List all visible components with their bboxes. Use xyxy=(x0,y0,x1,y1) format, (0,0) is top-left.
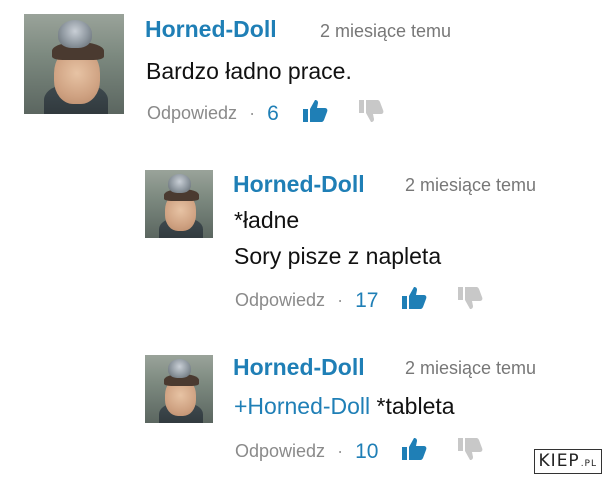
avatar-hat xyxy=(168,359,191,378)
comment: Horned-Doll 2 miesiące temu +Horned-Doll… xyxy=(0,345,610,482)
comment-text: *ładne xyxy=(234,207,300,233)
avatar-hat xyxy=(168,174,191,193)
thumbs-down-icon[interactable] xyxy=(357,99,385,128)
comment-text-rest: *tableta xyxy=(370,393,455,419)
comment-actions: Odpowiedz · 6 xyxy=(147,99,385,128)
watermark-text: KIEP xyxy=(538,451,580,471)
like-count: 17 xyxy=(355,288,379,312)
comment: Horned-Doll 2 miesiące temu Bardzo ładno… xyxy=(0,0,610,140)
comment-time[interactable]: 2 miesiące temu xyxy=(405,175,536,196)
watermark-suffix: .PL xyxy=(580,459,597,469)
thumbs-up-icon[interactable] xyxy=(400,437,428,466)
comment-author[interactable]: Horned-Doll xyxy=(145,16,277,43)
comment-author[interactable]: Horned-Doll xyxy=(233,171,365,198)
comment-text: Bardzo ładno prace. xyxy=(146,58,352,84)
thumbs-up-icon[interactable] xyxy=(301,99,329,128)
thumbs-up-icon[interactable] xyxy=(400,286,428,315)
separator: · xyxy=(337,441,344,461)
site-watermark: KIEP .PL xyxy=(533,449,602,474)
comment-text: +Horned-Doll *tableta xyxy=(234,393,455,420)
avatar-hat xyxy=(58,20,92,48)
separator: · xyxy=(337,290,344,310)
reply-button[interactable]: Odpowiedz xyxy=(235,290,325,311)
avatar[interactable] xyxy=(24,14,124,114)
reply-button[interactable]: Odpowiedz xyxy=(147,103,237,124)
comment-time[interactable]: 2 miesiące temu xyxy=(405,358,536,379)
like-count: 10 xyxy=(355,439,379,463)
comment-author[interactable]: Horned-Doll xyxy=(233,354,365,381)
comment-actions: Odpowiedz · 17 xyxy=(235,286,484,315)
comment-text: Sory pisze z napleta xyxy=(234,243,442,269)
reply-button[interactable]: Odpowiedz xyxy=(235,441,325,462)
thumbs-down-icon[interactable] xyxy=(456,437,484,466)
comment: Horned-Doll 2 miesiące temu *ładne Sory … xyxy=(0,160,610,320)
avatar[interactable] xyxy=(145,170,213,238)
thumbs-down-icon[interactable] xyxy=(456,286,484,315)
avatar[interactable] xyxy=(145,355,213,423)
separator: · xyxy=(249,103,256,123)
user-mention-link[interactable]: +Horned-Doll xyxy=(234,393,370,419)
comment-actions: Odpowiedz · 10 xyxy=(235,437,484,466)
comment-time[interactable]: 2 miesiące temu xyxy=(320,21,451,42)
like-count: 6 xyxy=(267,101,279,125)
